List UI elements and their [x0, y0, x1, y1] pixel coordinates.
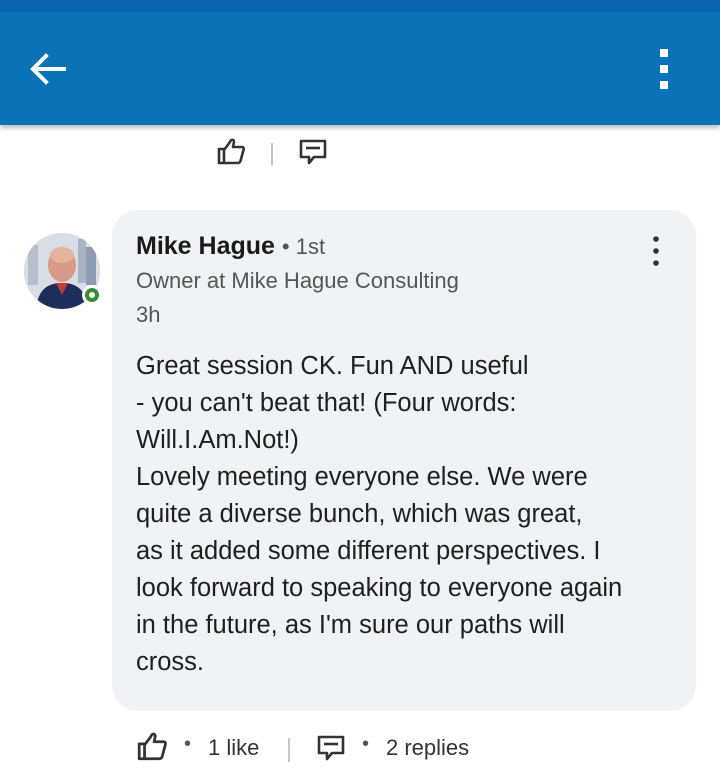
comment-actions: • 1 like • 2 replies	[132, 728, 532, 764]
more-vertical-icon	[653, 236, 659, 266]
connection-degree: • 1st	[281, 234, 326, 259]
arrow-left-icon	[30, 53, 66, 85]
author-headline: Owner at Mike Hague Consulting	[136, 268, 459, 293]
like-button[interactable]	[216, 136, 246, 166]
divider	[288, 738, 290, 762]
comment-timestamp: 3h	[136, 302, 161, 327]
author-name[interactable]: Mike Hague	[136, 232, 275, 260]
reply-icon	[317, 735, 345, 761]
comment-text: Great session CK. Fun AND useful - you c…	[136, 352, 623, 676]
status-bar	[0, 0, 720, 12]
avatar[interactable]	[24, 233, 102, 311]
separator-dot: •	[362, 733, 370, 755]
comment-options-button[interactable]	[642, 234, 670, 270]
more-vertical-icon	[660, 49, 668, 89]
thumbs-up-icon	[137, 732, 167, 761]
previous-comment-actions	[214, 136, 354, 168]
reply-icon	[299, 139, 327, 165]
author-line: Mike Hague • 1st	[136, 232, 325, 261]
separator-dot: •	[184, 733, 192, 755]
online-indicator-icon	[85, 288, 99, 302]
comment-bubble: Mike Hague • 1st Owner at Mike Hague Con…	[112, 210, 696, 711]
back-button[interactable]	[26, 52, 70, 86]
like-count[interactable]: 1 like	[208, 735, 259, 761]
reply-button[interactable]	[315, 734, 347, 762]
reply-count[interactable]: 2 replies	[386, 735, 469, 761]
reply-button[interactable]	[298, 138, 328, 166]
online-status-badge	[82, 285, 102, 305]
like-button[interactable]	[136, 730, 168, 762]
divider	[271, 143, 273, 165]
more-options-button[interactable]	[646, 44, 682, 94]
thumbs-up-icon	[217, 138, 245, 165]
app-bar	[0, 12, 720, 125]
